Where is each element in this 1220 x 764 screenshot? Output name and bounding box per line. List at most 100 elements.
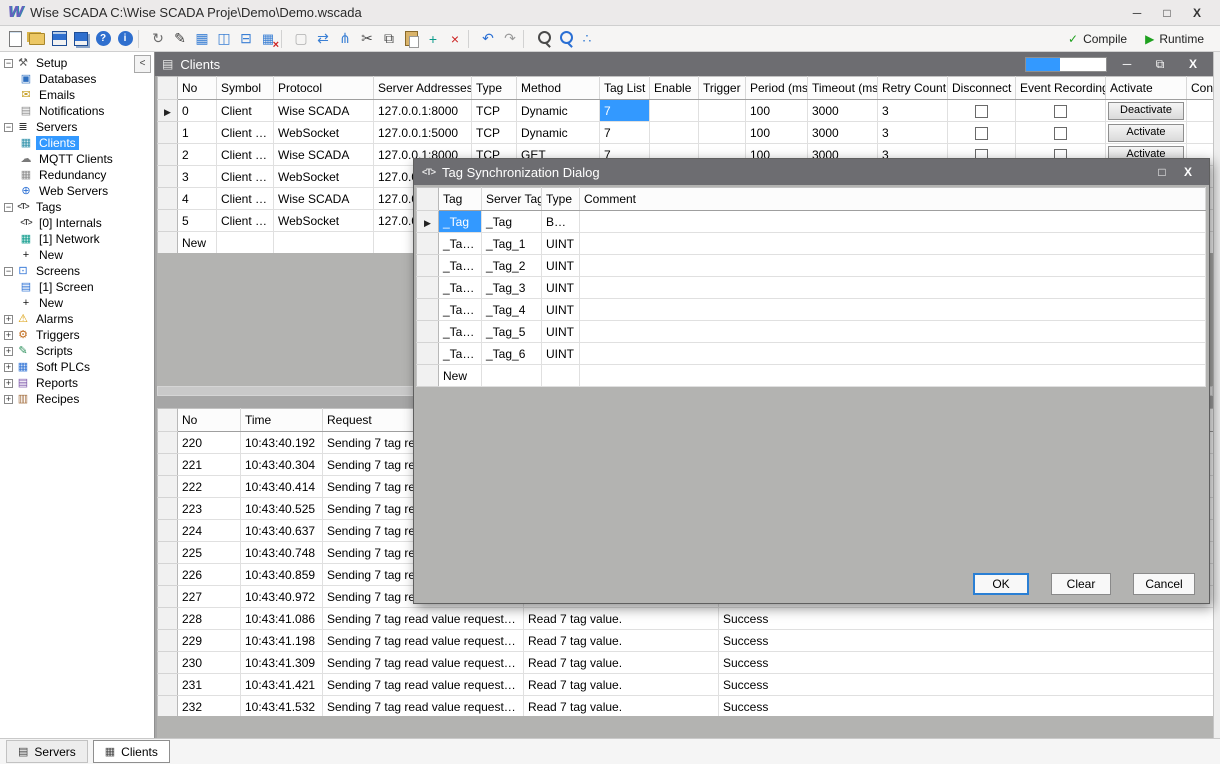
cell-no[interactable]: 2: [178, 144, 217, 166]
save-icon[interactable]: [48, 28, 70, 50]
dialog-grid-row[interactable]: _Tag _Tag BOOL: [417, 211, 1206, 233]
cell-symbol[interactable]: Client (3): [217, 188, 274, 210]
log-column-header[interactable]: Time: [241, 409, 323, 432]
help-icon[interactable]: [92, 28, 114, 50]
clients-column-header[interactable]: Conne...: [1187, 77, 1214, 100]
log-row[interactable]: 232 10:43:41.532 Sending 7 tag read valu…: [158, 696, 1214, 718]
cell-symbol[interactable]: Client (1) (2): [217, 210, 274, 232]
clients-column-header[interactable]: Timeout (ms): [808, 77, 878, 100]
ok-button[interactable]: OK: [973, 573, 1029, 595]
log-cell-no[interactable]: 227: [178, 586, 241, 608]
expand-toggle[interactable]: +: [4, 363, 13, 372]
cell-connection[interactable]: [1187, 122, 1214, 144]
log-cell-result[interactable]: Success: [719, 674, 1214, 696]
log-cell-time[interactable]: 10:43:40.748: [241, 542, 323, 564]
log-row-header[interactable]: [158, 476, 178, 498]
log-cell-response[interactable]: Read 7 tag value.: [524, 652, 719, 674]
expand-toggle[interactable]: −: [4, 59, 13, 68]
tree-item-servers[interactable]: − ≣ Servers: [0, 119, 154, 135]
log-cell-result[interactable]: Success: [719, 630, 1214, 652]
copy-icon[interactable]: ⧉: [378, 28, 400, 50]
open-icon[interactable]: [26, 28, 48, 50]
tree-item-new-tag[interactable]: + New: [0, 247, 154, 263]
tree-item-soft-plcs[interactable]: + ▦ Soft PLCs: [0, 359, 154, 375]
log-cell-time[interactable]: 10:43:40.525: [241, 498, 323, 520]
log-cell-time[interactable]: 10:43:40.304: [241, 454, 323, 476]
undo-icon[interactable]: ↶: [477, 28, 499, 50]
clear-button[interactable]: Clear: [1051, 573, 1111, 595]
cell-event-recording[interactable]: [1016, 100, 1106, 122]
cell-retry-count[interactable]: 3: [878, 122, 948, 144]
log-row-header[interactable]: [158, 608, 178, 630]
log-cell-result[interactable]: Success: [719, 696, 1214, 718]
clients-column-header[interactable]: Event Recording: [1016, 77, 1106, 100]
dialog-row-header[interactable]: [417, 299, 439, 321]
clients-column-header[interactable]: Retry Count: [878, 77, 948, 100]
cell-server-tag[interactable]: _Tag_4: [482, 299, 542, 321]
scrollbar-thumb[interactable]: [158, 387, 418, 395]
tree-item-triggers[interactable]: + ⚙ Triggers: [0, 327, 154, 343]
log-row-header[interactable]: [158, 542, 178, 564]
cell-tag[interactable]: New: [439, 365, 482, 387]
table-icon[interactable]: ▦: [191, 28, 213, 50]
cell-symbol[interactable]: Client (1) (1): [217, 166, 274, 188]
expand-toggle[interactable]: +: [4, 347, 13, 356]
cell-no[interactable]: 0: [178, 100, 217, 122]
dialog-corner-cell[interactable]: [417, 188, 439, 211]
find-icon[interactable]: [532, 28, 554, 50]
disconnect-checkbox[interactable]: [975, 105, 988, 118]
clients-grid-row[interactable]: 0 Client Wise SCADA 127.0.0.1:8000 TCP D…: [158, 100, 1214, 122]
cell-no[interactable]: 5: [178, 210, 217, 232]
cell-protocol[interactable]: [274, 232, 374, 254]
cell-symbol[interactable]: Client (2): [217, 144, 274, 166]
history-icon[interactable]: ↻: [147, 28, 169, 50]
tree-item-reports[interactable]: + ▤ Reports: [0, 375, 154, 391]
cell-symbol[interactable]: Client: [217, 100, 274, 122]
cell-retry-count[interactable]: 3: [878, 100, 948, 122]
cell-tag-type[interactable]: UINT: [542, 255, 580, 277]
cell-server-addresses[interactable]: 127.0.0.1:8000: [374, 100, 472, 122]
row-header[interactable]: [158, 188, 178, 210]
child-restore-button[interactable]: ⧉: [1147, 53, 1173, 75]
log-row[interactable]: 228 10:43:41.086 Sending 7 tag read valu…: [158, 608, 1214, 630]
dialog-grid-row[interactable]: _Tag_6 _Tag_6 UINT: [417, 343, 1206, 365]
log-cell-time[interactable]: 10:43:41.421: [241, 674, 323, 696]
clients-column-header[interactable]: Activate: [1106, 77, 1187, 100]
log-row-header[interactable]: [158, 432, 178, 454]
child-minimize-button[interactable]: ─: [1114, 53, 1140, 75]
cell-tag[interactable]: _Tag_1: [439, 233, 482, 255]
tree-collapse-button[interactable]: <: [134, 55, 151, 73]
disconnect-checkbox[interactable]: [975, 127, 988, 140]
cell-period[interactable]: 100: [746, 100, 808, 122]
log-row-header[interactable]: [158, 454, 178, 476]
expand-toggle[interactable]: +: [4, 315, 13, 324]
log-cell-time[interactable]: 10:43:41.309: [241, 652, 323, 674]
info-icon[interactable]: [114, 28, 136, 50]
cell-server-tag[interactable]: _Tag_3: [482, 277, 542, 299]
log-row-header[interactable]: [158, 696, 178, 718]
log-cell-no[interactable]: 225: [178, 542, 241, 564]
branch-icon[interactable]: ⋔: [334, 28, 356, 50]
cell-disconnect[interactable]: [948, 122, 1016, 144]
tree-item-emails[interactable]: ✉ Emails: [0, 87, 154, 103]
log-cell-time[interactable]: 10:43:40.972: [241, 586, 323, 608]
expand-toggle[interactable]: +: [4, 331, 13, 340]
cell-enable[interactable]: [650, 100, 699, 122]
expand-toggle[interactable]: +: [4, 379, 13, 388]
log-cell-request[interactable]: Sending 7 tag read value request to th..…: [323, 630, 524, 652]
dialog-row-header[interactable]: [417, 233, 439, 255]
cell-tag[interactable]: _Tag_6: [439, 343, 482, 365]
tree-item-screens[interactable]: − ⊡ Screens: [0, 263, 154, 279]
cell-tag[interactable]: _Tag_4: [439, 299, 482, 321]
activate-button[interactable]: Deactivate: [1108, 102, 1184, 120]
log-column-header[interactable]: No: [178, 409, 241, 432]
log-cell-response[interactable]: Read 7 tag value.: [524, 696, 719, 718]
cell-disconnect[interactable]: [948, 100, 1016, 122]
cell-server-tag[interactable]: [482, 365, 542, 387]
cell-method[interactable]: Dynamic: [517, 100, 600, 122]
cell-type[interactable]: TCP: [472, 122, 517, 144]
redo-icon[interactable]: ↷: [499, 28, 521, 50]
cell-no[interactable]: 3: [178, 166, 217, 188]
log-cell-request[interactable]: Sending 7 tag read value request to th..…: [323, 608, 524, 630]
save-all-icon[interactable]: [70, 28, 92, 50]
